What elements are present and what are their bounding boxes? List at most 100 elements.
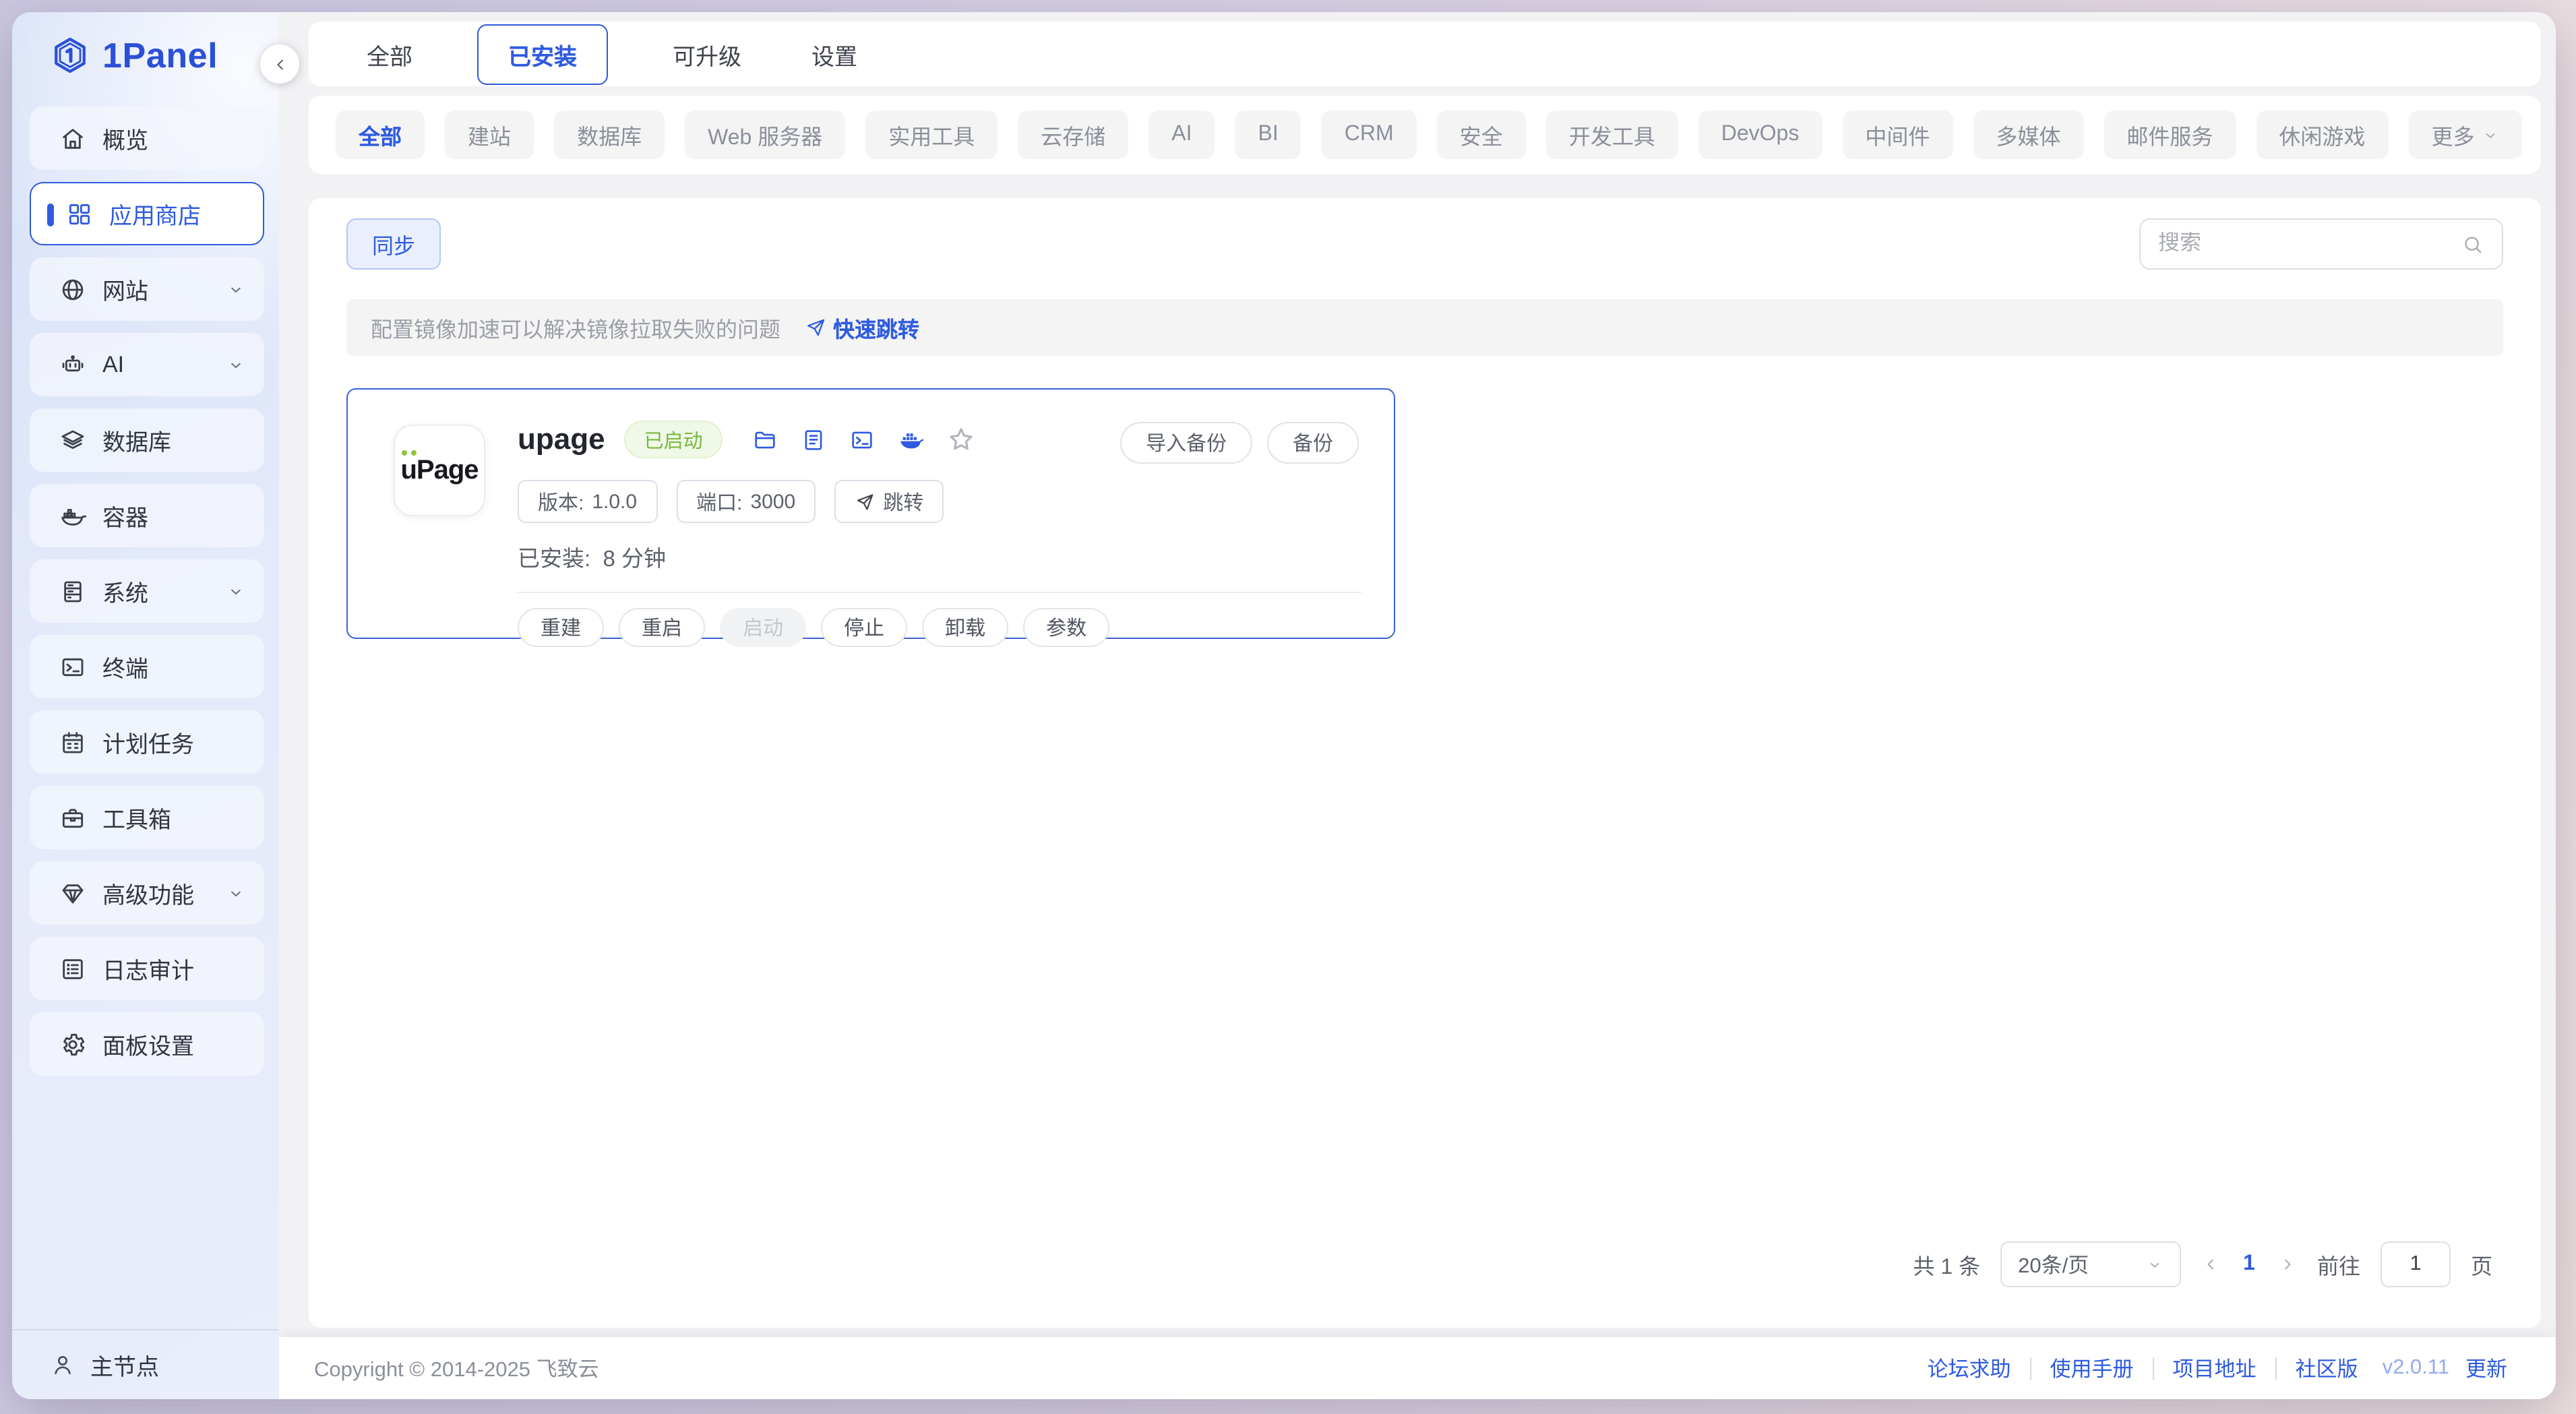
restart-button[interactable]: 重启 xyxy=(619,608,705,647)
category-more[interactable]: 更多 xyxy=(2408,111,2521,159)
tab-installed[interactable]: 已安装 xyxy=(477,24,608,84)
app-logo-text: uPage xyxy=(400,455,478,486)
terminal-icon[interactable] xyxy=(850,427,876,452)
prev-page-button[interactable] xyxy=(2201,1255,2220,1274)
params-button[interactable]: 参数 xyxy=(1023,608,1109,647)
installed-time: 已安装: 8 分钟 xyxy=(518,541,1361,573)
sidebar-item-label: 容器 xyxy=(102,499,148,532)
folder-icon[interactable] xyxy=(753,427,778,452)
category-crm[interactable]: CRM xyxy=(1322,111,1417,159)
sidebar-item-system[interactable]: 系统 xyxy=(30,559,264,623)
category-security[interactable]: 安全 xyxy=(1437,111,1526,159)
docker-icon[interactable] xyxy=(898,427,924,452)
docker-icon xyxy=(898,427,924,452)
category-all[interactable]: 全部 xyxy=(336,111,425,159)
backup-button[interactable]: 备份 xyxy=(1267,422,1359,464)
category-bi[interactable]: BI xyxy=(1235,111,1301,159)
desktop-background: 1Panel 概览应用商店网站 AI 数据库容器系统终端计划任务工具箱高级功能日志审… xyxy=(0,0,2576,1414)
chevron-down-icon xyxy=(2146,1256,2164,1273)
forum-help-link[interactable]: 论坛求助 xyxy=(1908,1353,2029,1383)
user-manual-link[interactable]: 使用手册 xyxy=(2031,1353,2152,1383)
star-icon[interactable] xyxy=(947,425,977,454)
sidebar-item-label: 网站 xyxy=(102,272,148,306)
chevdown-icon xyxy=(226,884,245,902)
sidebar-item-label: 终端 xyxy=(102,650,148,683)
sidebar-item-website[interactable]: 网站 xyxy=(30,257,264,321)
category-database[interactable]: 数据库 xyxy=(554,111,665,159)
sidebar-item-label: 应用商店 xyxy=(109,197,201,230)
update-link[interactable]: 更新 xyxy=(2455,1353,2507,1383)
user-icon xyxy=(50,1352,75,1378)
tab-store-settings[interactable]: 设置 xyxy=(806,25,863,83)
sidebar-item-toolbox[interactable]: 工具箱 xyxy=(30,786,264,849)
brand-logo[interactable]: 1Panel xyxy=(12,12,279,98)
next-page-button[interactable] xyxy=(2278,1255,2297,1274)
sidebar-collapse-button[interactable] xyxy=(260,44,299,84)
jump-button[interactable]: 跳转 xyxy=(834,480,944,523)
backup-buttons: 导入备份备份 xyxy=(1120,422,1359,464)
sync-button[interactable]: 同步 xyxy=(346,218,441,270)
gear-icon xyxy=(59,1031,86,1057)
sidebar-item-log-audit[interactable]: 日志审计 xyxy=(30,937,264,1000)
chevleft-icon xyxy=(2201,1255,2220,1274)
start-button: 启动 xyxy=(720,608,806,647)
sidebar-item-label: 计划任务 xyxy=(102,725,194,759)
chevdown-icon xyxy=(226,355,245,374)
category-website-building[interactable]: 建站 xyxy=(445,111,534,159)
sidebar-item-ai[interactable]: AI xyxy=(30,333,264,396)
sidebar-item-label: 高级功能 xyxy=(102,876,194,910)
send-icon xyxy=(855,491,875,512)
edition-link[interactable]: 社区版 xyxy=(2277,1353,2377,1383)
sidebar-item-database[interactable]: 数据库 xyxy=(30,408,264,472)
category-middleware[interactable]: 中间件 xyxy=(1842,111,1953,159)
category-devops[interactable]: DevOps xyxy=(1698,111,1822,159)
project-repo-link[interactable]: 项目地址 xyxy=(2154,1353,2275,1383)
server-icon xyxy=(59,578,86,605)
sidebar-item-label: 概览 xyxy=(102,121,148,155)
sidebar-item-panel-settings[interactable]: 面板设置 xyxy=(30,1012,264,1076)
sidebar-item-terminal[interactable]: 终端 xyxy=(30,635,264,698)
sidebar-item-container[interactable]: 容器 xyxy=(30,484,264,547)
category-ai[interactable]: AI xyxy=(1148,111,1215,159)
pagination: 共 1 条 20条/页 1 前往 页 xyxy=(1913,1241,2492,1287)
sidebar-item-label: 工具箱 xyxy=(102,801,171,834)
category-games[interactable]: 休闲游戏 xyxy=(2256,111,2388,159)
content-panel: 同步 配置镜像加速可以解决镜像拉取失败的问题 快速跳转 uPage xyxy=(309,198,2541,1328)
category-mail-service[interactable]: 邮件服务 xyxy=(2104,111,2236,159)
folder-icon xyxy=(753,427,778,452)
category-cloud-storage[interactable]: 云存储 xyxy=(1018,111,1128,159)
import-backup-button[interactable]: 导入备份 xyxy=(1120,422,1252,464)
category-utilities[interactable]: 实用工具 xyxy=(865,111,998,159)
sidebar-item-label: 系统 xyxy=(102,574,148,608)
sidebar-item-overview[interactable]: 概览 xyxy=(30,106,264,170)
sidebar-item-advanced[interactable]: 高级功能 xyxy=(30,861,264,925)
app-card-upage[interactable]: uPage upage 已启动 版本:1.0.0端口:3000跳转 已安装: 8… xyxy=(346,388,1395,639)
search-box[interactable] xyxy=(2139,218,2503,270)
app-logo: uPage xyxy=(394,425,485,516)
tab-all[interactable]: 全部 xyxy=(361,25,418,83)
search-input[interactable] xyxy=(2158,232,2461,256)
category-dev-tools[interactable]: 开发工具 xyxy=(1546,111,1678,159)
tab-bar: 全部 已安装 可升级 设置 xyxy=(309,22,2541,86)
goto-label: 前往 xyxy=(2317,1248,2360,1281)
tab-upgradable[interactable]: 可升级 xyxy=(667,25,747,83)
sidebar-item-label: 数据库 xyxy=(102,423,171,457)
copyright: Copyright © 2014-2025 飞致云 xyxy=(314,1353,599,1383)
hexlogo-icon xyxy=(50,35,90,75)
category-web-server[interactable]: Web 服务器 xyxy=(685,111,845,159)
user-icon xyxy=(50,1352,75,1378)
goto-page-input[interactable] xyxy=(2381,1241,2451,1287)
stop-button[interactable]: 停止 xyxy=(821,608,907,647)
calendar-icon xyxy=(59,729,86,756)
category-multimedia[interactable]: 多媒体 xyxy=(1973,111,2083,159)
sidebar-item-cron-jobs[interactable]: 计划任务 xyxy=(30,710,264,774)
rebuild-button[interactable]: 重建 xyxy=(518,608,604,647)
current-page[interactable]: 1 xyxy=(2240,1252,2258,1277)
file-icon[interactable] xyxy=(801,427,827,452)
uninstall-button[interactable]: 卸载 xyxy=(922,608,1008,647)
quick-jump-link[interactable]: 快速跳转 xyxy=(805,311,919,344)
node-selector[interactable]: 主节点 xyxy=(12,1329,279,1399)
page-size-select[interactable]: 20条/页 xyxy=(2000,1241,2181,1287)
node-label: 主节点 xyxy=(90,1348,159,1382)
sidebar-item-app-store[interactable]: 应用商店 xyxy=(30,182,264,245)
